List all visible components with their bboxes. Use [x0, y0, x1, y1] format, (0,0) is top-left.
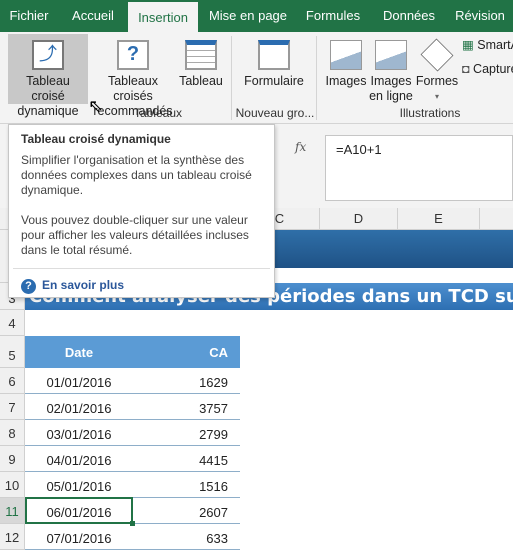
- camera-icon: ◘: [462, 62, 470, 76]
- learn-more-link[interactable]: ? En savoir plus: [13, 268, 270, 303]
- ca-cell[interactable]: 633: [206, 531, 228, 546]
- tab-donnees[interactable]: Données: [376, 0, 442, 32]
- online-label-1: Images: [370, 74, 412, 88]
- ca-cell[interactable]: 1629: [199, 375, 228, 390]
- shapes-button[interactable]: Formes ▾: [414, 34, 460, 104]
- tab-formules[interactable]: Formules: [300, 0, 366, 32]
- table-label: Tableau: [179, 74, 223, 88]
- column-header-d[interactable]: D: [320, 208, 398, 230]
- date-cell[interactable]: 07/01/2016: [25, 531, 133, 546]
- images-button[interactable]: Images: [324, 34, 368, 89]
- form-button[interactable]: Formulaire: [240, 34, 308, 89]
- table-row: 01/01/2016 1629: [25, 368, 240, 394]
- pivot-label-2: dynamique: [17, 104, 79, 118]
- ca-cell[interactable]: 2799: [199, 427, 228, 442]
- tab-revision[interactable]: Révision: [450, 0, 510, 32]
- help-icon: ?: [21, 279, 36, 294]
- row-header[interactable]: 7: [0, 394, 25, 420]
- group-new-label: Nouveau gro...: [235, 106, 315, 120]
- table-row: 04/01/2016 4415: [25, 446, 240, 472]
- table-row: 02/01/2016 3757: [25, 394, 240, 420]
- row-header[interactable]: 9: [0, 446, 25, 472]
- date-cell[interactable]: 05/01/2016: [25, 479, 133, 494]
- selected-cell[interactable]: [25, 497, 133, 524]
- table-icon: [185, 40, 217, 70]
- tab-fichier[interactable]: Fichier: [0, 0, 58, 32]
- column-header-e[interactable]: E: [398, 208, 480, 230]
- date-cell[interactable]: 01/01/2016: [25, 375, 133, 390]
- divider: [231, 36, 232, 120]
- capture-label: Capture: [473, 62, 513, 76]
- group-tables-label: Tableaux: [133, 106, 183, 120]
- fill-handle[interactable]: [130, 521, 135, 526]
- image-icon: [330, 40, 362, 70]
- pivot-label-1: Tableau croisé: [26, 74, 70, 103]
- row-header[interactable]: 10: [0, 472, 25, 498]
- row-header[interactable]: 8: [0, 420, 25, 446]
- ca-cell[interactable]: 4415: [199, 453, 228, 468]
- row-header[interactable]: 6: [0, 368, 25, 394]
- shapes-label: Formes: [415, 74, 459, 88]
- smartart-button[interactable]: ▦ SmartArt: [462, 38, 513, 53]
- tooltip-text-1: Simplifier l'organisation et la synthèse…: [21, 153, 252, 197]
- row-header[interactable]: 4: [0, 310, 25, 336]
- date-cell[interactable]: 03/01/2016: [25, 427, 133, 442]
- table-button[interactable]: Tableau: [178, 34, 224, 89]
- mouse-cursor-icon: ⇖: [88, 96, 104, 116]
- group-illustrations-label: Illustrations: [399, 106, 461, 120]
- date-cell[interactable]: 02/01/2016: [25, 401, 133, 416]
- formula-input[interactable]: =A10+1: [325, 135, 513, 201]
- divider: [316, 36, 317, 120]
- ca-cell[interactable]: 2607: [199, 505, 228, 520]
- tab-accueil[interactable]: Accueil: [62, 0, 124, 32]
- header-ca[interactable]: CA: [209, 345, 228, 360]
- fx-icon[interactable]: fx: [295, 140, 306, 154]
- row-header[interactable]: 12: [0, 524, 25, 550]
- ribbon: ⤴ Tableau croisé dynamique ? Tableaux cr…: [0, 32, 513, 124]
- recommended-pivot-icon: ?: [117, 40, 149, 70]
- dropdown-arrow-icon: ▾: [434, 92, 439, 101]
- tooltip-title: Tableau croisé dynamique: [21, 132, 171, 146]
- ca-cell[interactable]: 3757: [199, 401, 228, 416]
- tooltip: Tableau croisé dynamique Simplifier l'or…: [8, 124, 275, 298]
- ca-cell[interactable]: 1516: [199, 479, 228, 494]
- tooltip-text-2: Vous pouvez double-cliquer sur une valeu…: [21, 213, 249, 257]
- capture-button[interactable]: ◘ Capture: [462, 62, 513, 77]
- pivot-table-icon: ⤴: [32, 40, 64, 70]
- tab-insertion[interactable]: Insertion: [128, 2, 198, 32]
- shapes-icon: [420, 38, 454, 72]
- table-row: 07/01/2016 633: [25, 524, 240, 550]
- smartart-label: SmartArt: [477, 38, 513, 52]
- row-header[interactable]: 5: [0, 336, 25, 368]
- online-images-button[interactable]: Images en ligne: [368, 34, 414, 104]
- online-label-2: en ligne: [369, 89, 413, 103]
- date-cell[interactable]: 04/01/2016: [25, 453, 133, 468]
- header-date[interactable]: Date: [25, 345, 133, 360]
- form-label: Formulaire: [244, 74, 304, 88]
- table-header: Date CA: [25, 336, 240, 368]
- row-header[interactable]: 11: [0, 498, 25, 524]
- pivot-table-button[interactable]: ⤴ Tableau croisé dynamique: [8, 34, 88, 118]
- table-row: 03/01/2016 2799: [25, 420, 240, 446]
- learn-more-label: En savoir plus: [42, 278, 125, 292]
- smartart-icon: ▦: [462, 38, 474, 52]
- form-icon: [258, 40, 290, 70]
- images-label: Images: [325, 74, 367, 88]
- tab-mise-en-page[interactable]: Mise en page: [203, 0, 293, 32]
- table-row: 05/01/2016 1516: [25, 472, 240, 498]
- ribbon-tabs: Fichier Accueil Insertion Mise en page F…: [0, 0, 513, 32]
- online-image-icon: [375, 40, 407, 70]
